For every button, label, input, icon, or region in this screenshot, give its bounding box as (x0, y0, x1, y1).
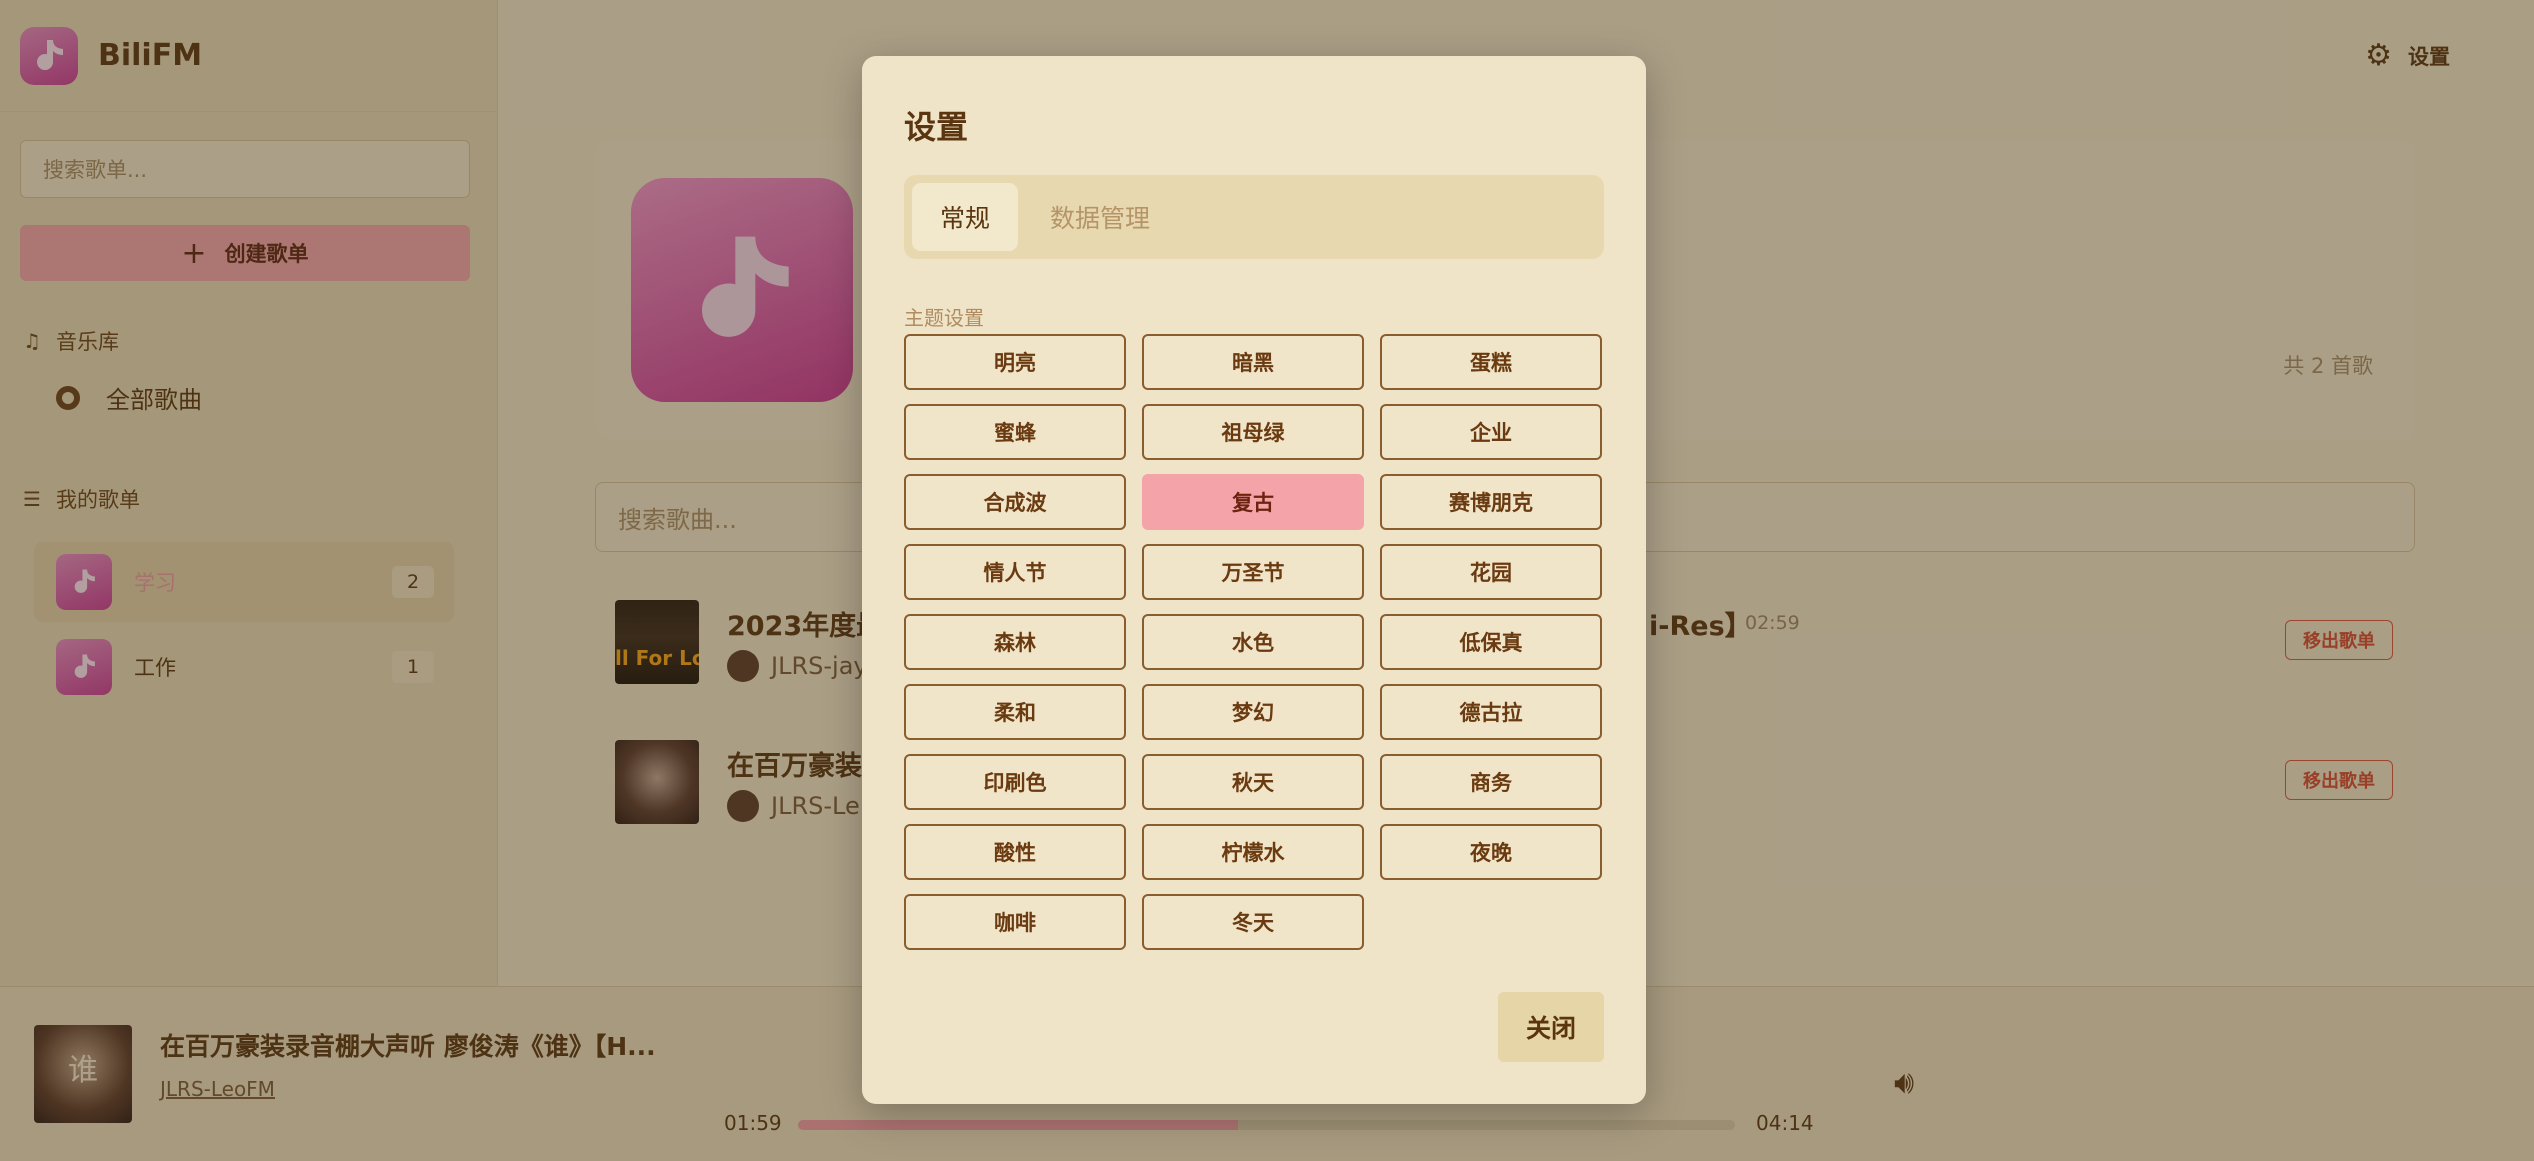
theme-button[interactable]: 明亮 (904, 334, 1126, 390)
dialog-title: 设置 (904, 108, 969, 146)
theme-button[interactable]: 森林 (904, 614, 1126, 670)
theme-button[interactable]: 花园 (1380, 544, 1602, 600)
close-button[interactable]: 关闭 (1498, 992, 1604, 1062)
theme-grid: 明亮 暗黑 蛋糕蜜蜂 祖母绿 企业合成波 复古 赛博朋克情人节 万圣节 花园森林 水色 低保真柔和梦… (904, 334, 1604, 950)
theme-button[interactable]: 暗黑 (1142, 334, 1364, 390)
theme-button[interactable]: 企业 (1380, 404, 1602, 460)
theme-button[interactable]: 祖母绿 (1142, 404, 1364, 460)
theme-button[interactable]: 复古 (1142, 474, 1364, 530)
theme-button[interactable]: 蛋糕 (1380, 334, 1602, 390)
theme-section-label: 主题设置 (904, 306, 984, 330)
theme-button[interactable]: 咖啡 (904, 894, 1126, 950)
theme-button[interactable]: 低保真 (1380, 614, 1602, 670)
theme-button[interactable]: 秋天 (1142, 754, 1364, 810)
tab-data-management[interactable]: 数据管理 (1040, 183, 1160, 251)
theme-button[interactable]: 赛博朋克 (1380, 474, 1602, 530)
theme-button[interactable]: 商务 (1380, 754, 1602, 810)
theme-button[interactable]: 合成波 (904, 474, 1126, 530)
theme-button[interactable]: 柠檬水 (1142, 824, 1364, 880)
theme-button[interactable]: 德古拉 (1380, 684, 1602, 740)
tab-general[interactable]: 常规 (912, 183, 1018, 251)
theme-button[interactable]: 柔和 (904, 684, 1126, 740)
theme-button[interactable]: 水色 (1142, 614, 1364, 670)
theme-button[interactable]: 蜜蜂 (904, 404, 1126, 460)
theme-button[interactable]: 梦幻 (1142, 684, 1364, 740)
theme-button[interactable]: 夜晚 (1380, 824, 1602, 880)
theme-button[interactable]: 冬天 (1142, 894, 1364, 950)
theme-button[interactable]: 印刷色 (904, 754, 1126, 810)
theme-button[interactable]: 万圣节 (1142, 544, 1364, 600)
settings-dialog: 设置 常规 数据管理 主题设置 明亮 暗黑 蛋糕蜜蜂 祖母绿 企业合成波 复古 赛博朋克情人… (862, 56, 1646, 1104)
settings-tabs: 常规 数据管理 (904, 175, 1604, 259)
theme-button[interactable]: 情人节 (904, 544, 1126, 600)
theme-button[interactable]: 酸性 (904, 824, 1126, 880)
